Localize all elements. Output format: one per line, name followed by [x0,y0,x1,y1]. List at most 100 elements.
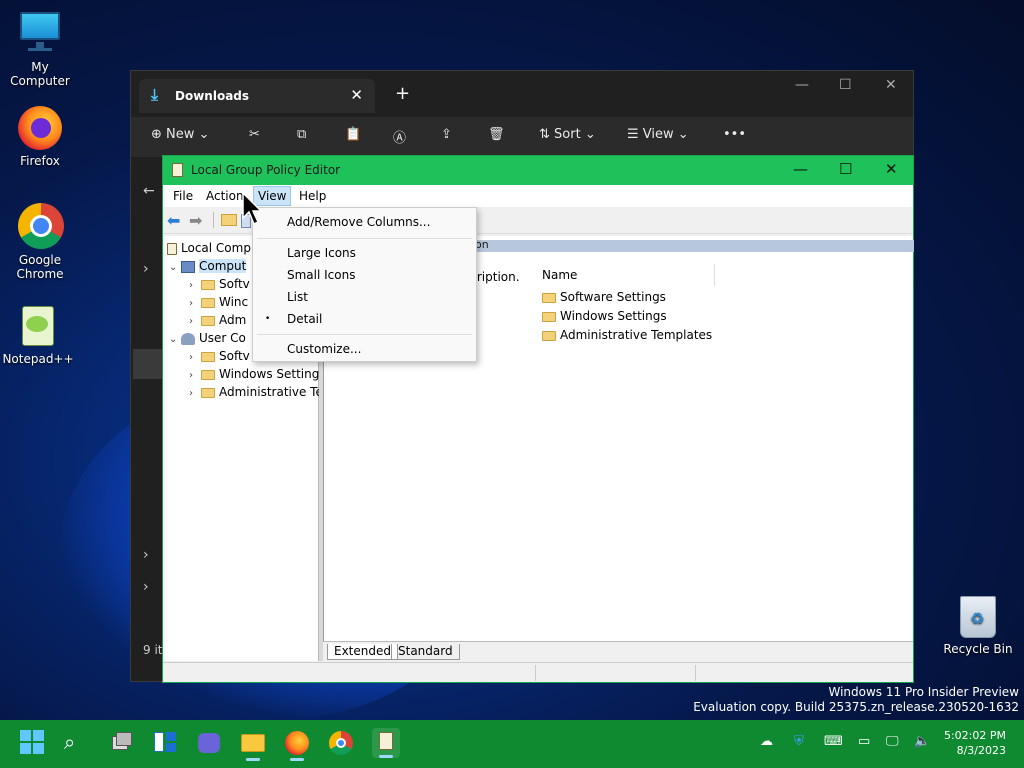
view-tabs: Extended Standard [323,641,913,661]
task-view-icon[interactable] [108,730,134,756]
close-button[interactable]: ✕ [885,160,898,178]
menu-file[interactable]: File [173,189,193,203]
tab-close-button[interactable]: ✕ [350,86,363,104]
policy-icon [167,242,177,255]
tree-node[interactable]: › Administrative Te [189,383,323,401]
list-item[interactable]: Software Settings [542,290,666,304]
menu-item-customize[interactable]: Customize... [287,342,361,356]
desktop-icon-label: Firefox [20,154,60,168]
tree-node[interactable]: › Adm [189,311,246,329]
desktop-icon-chrome[interactable]: Google Chrome [0,203,80,281]
view-menu-dropdown: Add/Remove Columns... Large Icons Small … [252,207,477,362]
folder-icon [542,292,556,303]
column-header-name[interactable]: Name [542,268,577,282]
chrome-icon[interactable] [328,730,354,756]
firefox-icon [16,104,64,152]
tree-node[interactable]: › Windows Setting [189,365,319,383]
menu-item-add-remove-columns[interactable]: Add/Remove Columns... [287,215,430,229]
desktop-icon-label: Google Chrome [16,253,64,281]
clock-time: 5:02:02 PM [943,729,1006,742]
tree-node[interactable]: › Winc [189,293,248,311]
share-icon[interactable]: ⇪ [441,127,452,142]
tab-standard[interactable]: Standard [391,644,460,660]
rename-icon[interactable]: Ⓐ [393,127,406,146]
tree-node-user-configuration[interactable]: ⌄ User Co [169,329,246,347]
menu-help[interactable]: Help [299,189,326,203]
back-arrow-icon[interactable]: ⬅ [167,211,180,230]
volume-icon[interactable]: 🔈 [914,734,930,749]
paste-icon[interactable]: 📋 [345,127,361,142]
clock[interactable]: 5:02:02 PM 8/3/2023 [944,728,1006,758]
chevron-down-icon[interactable]: ⌄ [169,259,181,277]
folder-icon [201,279,215,290]
new-tab-button[interactable]: + [395,83,410,104]
menu-separator [257,334,472,335]
list-item[interactable]: Administrative Templates [542,328,712,342]
list-item[interactable]: Windows Settings [542,309,667,323]
widgets-icon[interactable] [152,730,178,756]
minimize-button[interactable]: — [793,160,808,178]
defender-shield-icon[interactable]: ⛨ [794,734,804,749]
tab-title: Downloads [175,89,250,103]
recycle-bin-icon: ♻ [960,596,996,638]
close-button[interactable]: ✕ [885,77,897,93]
desktop-icon-label: Notepad++ [2,352,74,366]
recycle-bin-label: Recycle Bin [943,642,1013,656]
desktop-icon-my-computer[interactable]: My Computer [0,10,80,88]
network-offline-icon[interactable]: ☁ [760,734,773,749]
tree-label: Windows Setting [219,367,320,381]
minimize-button[interactable]: — [795,77,809,93]
back-arrow-icon[interactable]: ← [143,183,155,199]
display-icon[interactable]: ▭ [858,734,870,749]
up-folder-icon[interactable] [221,214,237,226]
maximize-button[interactable]: ☐ [839,160,852,178]
more-options-button[interactable]: ••• [723,127,746,142]
keyboard-icon[interactable]: ⌨ [824,734,843,749]
teams-chat-icon[interactable] [196,730,222,756]
menu-item-list[interactable]: List [287,290,308,304]
gpedit-taskbar-icon[interactable] [372,728,400,758]
taskbar: ⌕ ☁ ⛨ ⌨ ▭ 🖵 🔈 5:02:02 PM 8/3/2023 [0,720,1024,768]
tree-node[interactable]: › Softv [189,275,250,293]
view-button[interactable]: ☰ View ⌄ [627,127,689,142]
menu-item-large-icons[interactable]: Large Icons [287,246,356,260]
expand-chevron-icon[interactable]: › [143,261,149,277]
desktop-icon-notepadpp[interactable]: Notepad++ [0,302,78,366]
menu-item-detail[interactable]: Detail [287,312,322,326]
chevron-right-icon[interactable]: › [189,385,201,403]
menu-action[interactable]: Action [206,189,244,203]
sort-button[interactable]: ⇅ Sort ⌄ [539,127,596,142]
desktop-icon-recycle-bin[interactable]: ♻ Recycle Bin [938,596,1018,656]
maximize-button[interactable]: ☐ [839,77,852,93]
tab-extended[interactable]: Extended [327,644,398,660]
tree-node[interactable]: › Softv [189,347,250,365]
firefox-icon[interactable] [284,730,310,761]
start-button[interactable] [20,730,46,756]
chevron-down-icon[interactable]: ⌄ [169,331,181,349]
column-separator[interactable] [714,264,715,286]
item-label: Software Settings [560,290,666,304]
network-icon[interactable]: 🖵 [886,734,899,749]
desktop-icon-label: My Computer [10,60,70,88]
view-label: View [642,127,674,142]
tree-node-computer-configuration[interactable]: ⌄ Comput [169,257,247,277]
explorer-toolbar: ⊕ New ⌄ ✂ ⧉ 📋 Ⓐ ⇪ 🗑 ⇅ Sort ⌄ ☰ View ⌄ ••… [131,117,913,157]
forward-arrow-icon[interactable]: ➡ [189,211,202,230]
copy-icon[interactable]: ⧉ [297,127,306,142]
desktop-icon-firefox[interactable]: Firefox [0,104,80,168]
nav-selected-item[interactable] [133,349,163,379]
menu-item-small-icons[interactable]: Small Icons [287,268,355,282]
file-explorer-icon[interactable] [240,730,266,761]
expand-chevron-icon[interactable]: › [143,547,149,563]
expand-chevron-icon[interactable]: › [143,579,149,595]
new-button[interactable]: ⊕ New ⌄ [151,127,209,142]
folder-icon [201,297,215,308]
tab-downloads[interactable]: ⤓ Downloads ✕ [139,79,375,113]
delete-icon[interactable]: 🗑 [488,127,505,142]
title-bar[interactable]: Local Group Policy Editor — ☐ ✕ [163,156,913,185]
download-icon: ⤓ [151,85,159,104]
cut-icon[interactable]: ✂ [249,127,260,142]
search-icon[interactable]: ⌕ [64,730,90,756]
tree-node-local-computer-policy[interactable]: Local Comp [167,239,251,257]
tree-label: User Co [199,331,246,345]
